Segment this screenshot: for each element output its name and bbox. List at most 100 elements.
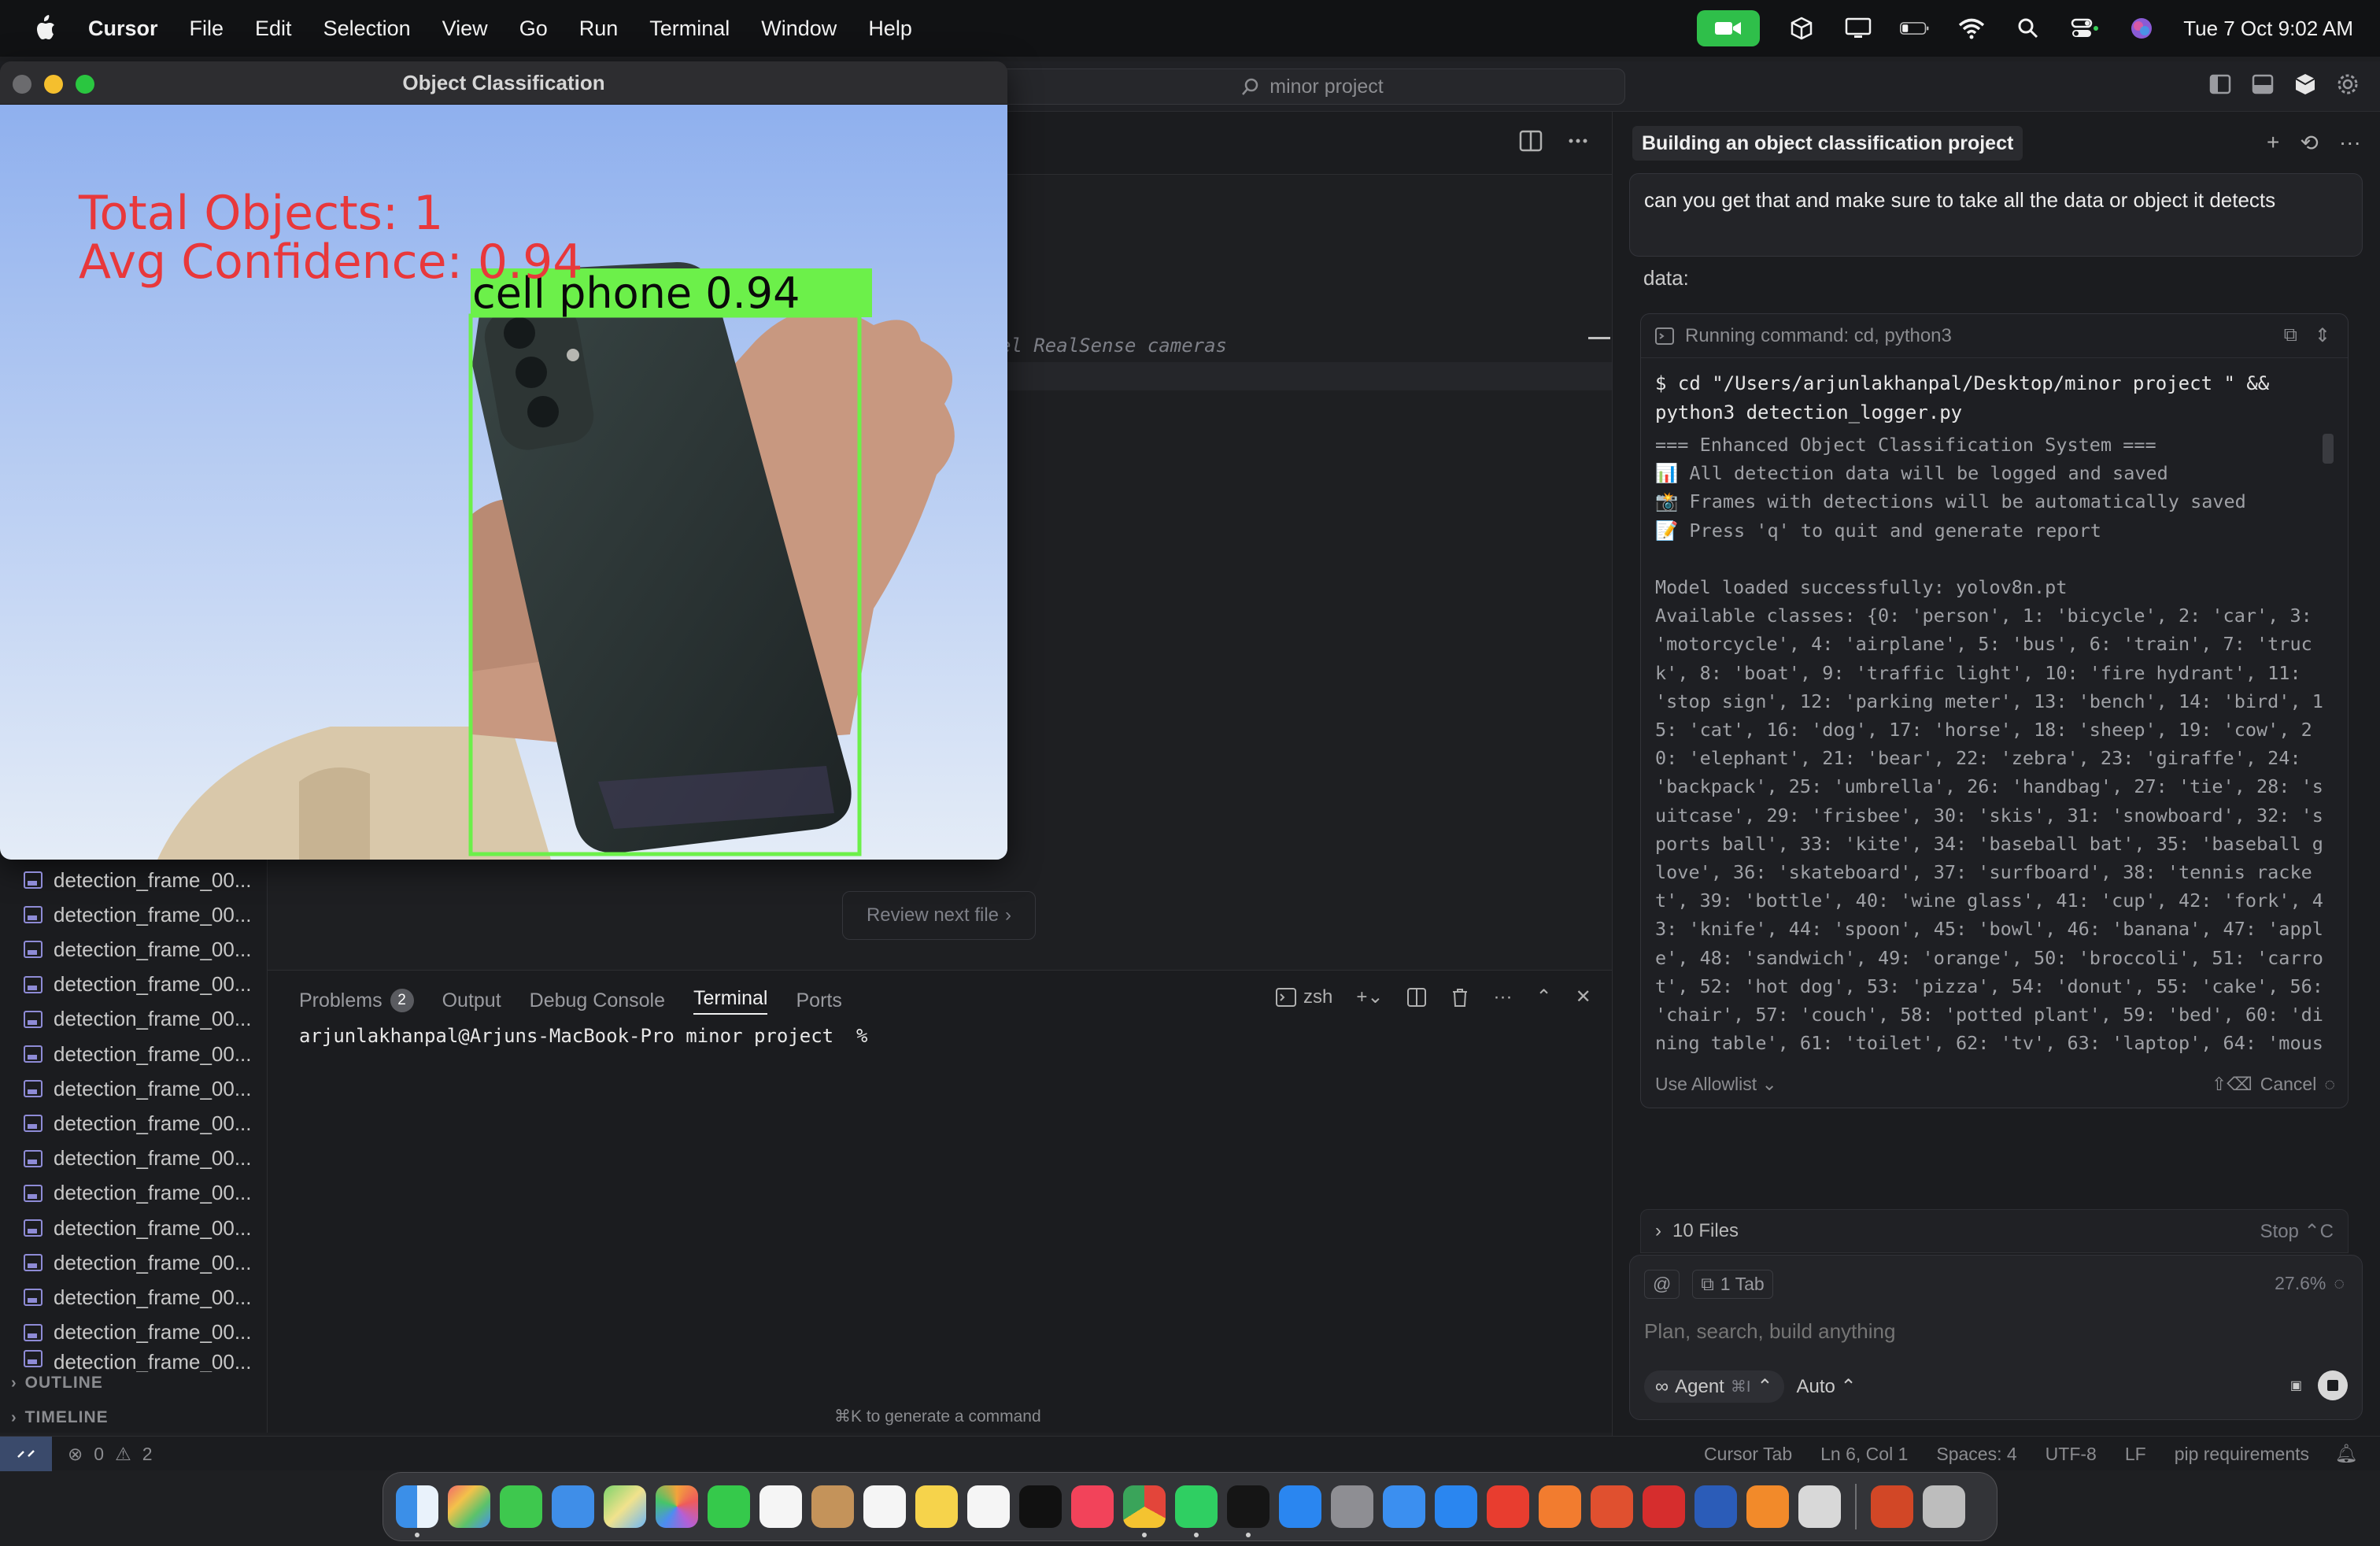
spotlight-search-icon[interactable]: [2013, 15, 2043, 42]
menu-edit[interactable]: Edit: [255, 17, 292, 41]
calendar-icon[interactable]: [759, 1485, 802, 1528]
file-item[interactable]: detection_frame_00...: [0, 1245, 268, 1280]
notifications-bell-icon[interactable]: 🔔︎: [2335, 1443, 2358, 1464]
code-comment-fragment[interactable]: el RealSense cameras: [1000, 335, 1227, 357]
system-settings-icon[interactable]: [1331, 1485, 1373, 1528]
cancel-command-button[interactable]: ⇧⌫ Cancel ◌: [2212, 1074, 2335, 1095]
review-next-file-button[interactable]: Review next file ›: [842, 891, 1036, 940]
code-app-icon[interactable]: [1591, 1485, 1633, 1528]
battery-icon[interactable]: [1900, 15, 1930, 42]
new-terminal-plus-icon[interactable]: +⌄: [1356, 986, 1383, 1008]
menu-help[interactable]: Help: [868, 17, 912, 41]
file-item[interactable]: detection_frame_00...: [0, 1349, 268, 1372]
file-item[interactable]: detection_frame_00...: [0, 1280, 268, 1315]
changed-files-bar[interactable]: › 10 Files Stop ⌃C: [1640, 1209, 2349, 1253]
chat-tab-title[interactable]: Building an object classification projec…: [1632, 126, 2023, 161]
menu-app-cursor[interactable]: Cursor: [88, 17, 158, 41]
menu-bar-clock[interactable]: Tue 7 Oct 9:02 AM: [2183, 17, 2353, 41]
settings-gear-icon[interactable]: [2334, 71, 2361, 98]
tab-output[interactable]: Output: [442, 989, 501, 1012]
menu-go[interactable]: Go: [519, 17, 548, 41]
zoom-window-icon[interactable]: [76, 75, 94, 94]
command-output[interactable]: === Enhanced Object Classification Syste…: [1655, 431, 2332, 1057]
status-cursor-tab[interactable]: Cursor Tab: [1704, 1444, 1792, 1465]
stop-button[interactable]: Stop ⌃C: [2260, 1220, 2334, 1243]
wps-icon[interactable]: [1487, 1485, 1529, 1528]
maps-icon[interactable]: [604, 1485, 646, 1528]
file-item[interactable]: detection_frame_00...: [0, 932, 268, 967]
file-item[interactable]: detection_frame_00...: [0, 1106, 268, 1141]
tab-terminal[interactable]: Terminal: [693, 987, 768, 1015]
problems-status[interactable]: ⊗ 0 ⚠ 2: [68, 1437, 153, 1471]
apple-icon[interactable]: [31, 14, 57, 43]
more-icon[interactable]: ···: [2339, 130, 2361, 156]
split-editor-icon[interactable]: [1519, 130, 1543, 152]
object-classification-window[interactable]: Object Classification cell phone 0.94 To…: [0, 61, 1007, 860]
readdle-icon[interactable]: [1746, 1485, 1789, 1528]
file-item[interactable]: detection_frame_00...: [0, 967, 268, 1002]
command-center-search[interactable]: minor project: [1000, 68, 1625, 105]
menu-terminal[interactable]: Terminal: [649, 17, 730, 41]
trash-icon[interactable]: [1451, 987, 1469, 1008]
app-store-icon[interactable]: [1279, 1485, 1321, 1528]
menu-run[interactable]: Run: [579, 17, 619, 41]
classification-window-titlebar[interactable]: Object Classification: [0, 61, 1007, 105]
wifi-icon[interactable]: [1957, 15, 1986, 42]
tab-debug-console[interactable]: Debug Console: [530, 989, 665, 1012]
facetime-icon[interactable]: [708, 1485, 750, 1528]
open-in-terminal-icon[interactable]: ⧉: [2284, 324, 2297, 347]
menu-selection[interactable]: Selection: [323, 17, 411, 41]
toggle-sidebar-icon[interactable]: [2207, 71, 2234, 98]
file-item[interactable]: detection_frame_00...: [0, 1176, 268, 1211]
remote-indicator-icon[interactable]: [0, 1437, 52, 1471]
cursor-logo-icon[interactable]: [2292, 71, 2319, 98]
timeline-section[interactable]: › TIMELINE: [0, 1401, 268, 1434]
file-item[interactable]: detection_frame_00...: [0, 1071, 268, 1106]
tab-context-chip[interactable]: ⧉ 1 Tab: [1692, 1270, 1773, 1299]
file-item[interactable]: detection_frame_00...: [0, 1211, 268, 1245]
reminders-icon[interactable]: [863, 1485, 906, 1528]
minimize-window-icon[interactable]: [44, 75, 63, 94]
mail-icon[interactable]: [552, 1485, 594, 1528]
photos-icon[interactable]: [656, 1485, 698, 1528]
contacts-icon[interactable]: [811, 1485, 854, 1528]
pen-app-icon[interactable]: [1539, 1485, 1581, 1528]
maximize-panel-chevron-up-icon[interactable]: ⌃: [1536, 986, 1551, 1008]
history-icon[interactable]: ⟲: [2300, 130, 2318, 156]
file-item[interactable]: detection_frame_00...: [0, 1141, 268, 1176]
tv-icon[interactable]: [1019, 1485, 1062, 1528]
terminal-shell-selector[interactable]: zsh: [1275, 986, 1332, 1008]
tab-problems[interactable]: Problems 2: [299, 989, 414, 1012]
word-icon[interactable]: [1694, 1485, 1737, 1528]
screen-recording-icon[interactable]: [1697, 10, 1761, 46]
model-selector-dropdown[interactable]: Auto ⌃: [1797, 1375, 1857, 1398]
menu-window[interactable]: Window: [761, 17, 837, 41]
display-icon[interactable]: [1843, 15, 1873, 42]
mention-at-icon[interactable]: @: [1644, 1270, 1680, 1299]
output-scrollbar[interactable]: [2323, 434, 2334, 464]
rocket-icon[interactable]: [1798, 1485, 1841, 1528]
status-language-mode[interactable]: pip requirements: [2175, 1444, 2309, 1465]
user-message[interactable]: can you get that and make sure to take a…: [1629, 173, 2363, 257]
freeform-icon[interactable]: [967, 1485, 1010, 1528]
control-center-icon[interactable]: [2070, 15, 2100, 42]
notes-icon[interactable]: [915, 1485, 958, 1528]
menu-file[interactable]: File: [190, 17, 224, 41]
status-indentation[interactable]: Spaces: 4: [1936, 1444, 2016, 1465]
chat-input[interactable]: [1644, 1314, 2337, 1348]
tab-ports[interactable]: Ports: [796, 989, 841, 1012]
toggle-panel-icon[interactable]: [2249, 71, 2276, 98]
command-text[interactable]: $ cd "/Users/arjunlakhanpal/Desktop/mino…: [1655, 369, 2332, 427]
status-encoding[interactable]: UTF-8: [2046, 1444, 2097, 1465]
launchpad-icon[interactable]: [448, 1485, 490, 1528]
siri-icon[interactable]: [2127, 15, 2156, 42]
image-attach-icon[interactable]: ▣: [2290, 1378, 2302, 1393]
split-terminal-icon[interactable]: [1406, 987, 1427, 1008]
powerpoint-icon[interactable]: [1871, 1485, 1913, 1528]
file-item[interactable]: detection_frame_00...: [0, 1315, 268, 1350]
more-icon[interactable]: ···: [1493, 986, 1512, 1008]
new-chat-plus-icon[interactable]: +: [2267, 130, 2279, 156]
xcode-icon[interactable]: [1435, 1485, 1477, 1528]
status-line-col[interactable]: Ln 6, Col 1: [1820, 1444, 1908, 1465]
safari-icon[interactable]: [1383, 1485, 1425, 1528]
